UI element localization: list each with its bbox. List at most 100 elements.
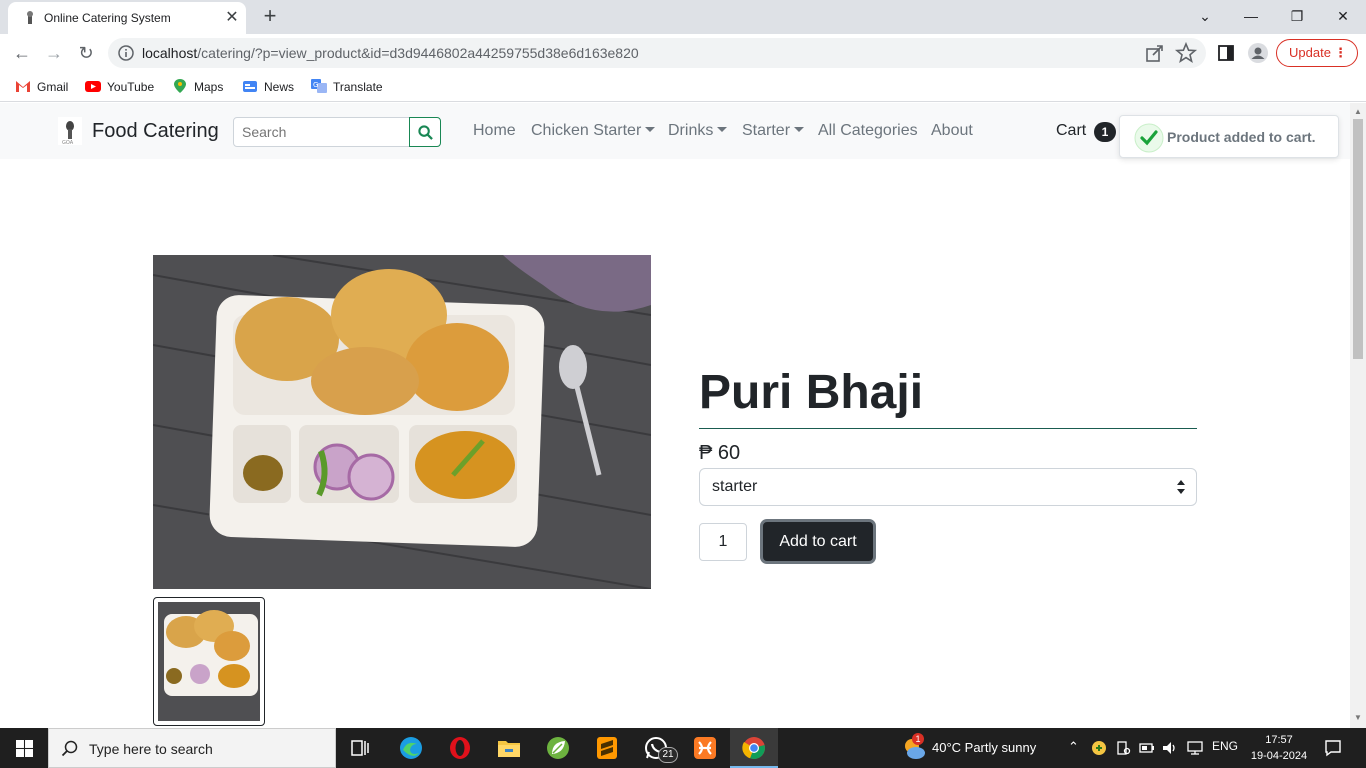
tab-search-icon[interactable]: ⌄ [1182,4,1228,30]
edge-icon [400,737,422,759]
tab-title: Online Catering System [44,11,171,25]
back-button[interactable]: ← [9,41,35,65]
tray-device-icon[interactable] [1115,740,1131,756]
minimize-button[interactable]: — [1228,4,1274,30]
toast-message: Product added to cart. [1167,129,1316,145]
nav-drinks-dropdown[interactable]: Drinks [668,122,728,140]
scroll-up-icon[interactable]: ▲ [1354,107,1362,116]
bookmark-maps[interactable]: Maps [172,78,223,96]
scrollbar-thumb[interactable] [1353,119,1363,359]
nav-drinks-label: Drinks [668,122,714,139]
add-to-cart-button[interactable]: Add to cart [760,519,876,564]
bookmark-label: News [264,80,295,94]
svg-text:GOA: GOA [62,140,74,145]
nav-starter-dropdown[interactable]: Starter [742,122,805,140]
cart-count-badge: 1 [1094,122,1116,142]
product-main-image [153,255,651,589]
language-indicator[interactable]: ENG [1212,739,1238,753]
bookmark-label: Gmail [37,80,69,94]
taskbar-chrome[interactable] [730,728,778,768]
taskbar-search-box[interactable]: Type here to search [48,728,336,768]
nav-starter-label: Starter [742,122,791,139]
bookmark-youtube[interactable]: YouTube [85,78,154,96]
site-info-icon[interactable] [118,45,134,61]
bookmarks-bar: Gmail YouTube Maps News G Translate [0,72,1366,102]
share-icon[interactable] [1143,41,1167,65]
task-view-button[interactable] [336,728,384,768]
battery-icon[interactable] [1139,740,1155,756]
nav-home[interactable]: Home [473,122,516,140]
folder-icon [498,741,520,757]
news-icon [243,81,257,92]
brand-name[interactable]: Food Catering [92,120,219,143]
bookmark-news[interactable]: News [242,78,294,96]
caret-down-icon [645,127,656,132]
taskbar-whatsapp[interactable]: 21 [632,728,680,768]
opera-icon [450,737,470,759]
bookmark-translate[interactable]: G Translate [311,78,383,96]
bookmark-label: YouTube [107,80,155,94]
brand-logo-icon[interactable]: GOA [58,117,82,145]
tab-close-icon[interactable]: ✕ [222,8,242,28]
taskbar-file-explorer[interactable] [485,728,533,768]
nav-chicken-starter-label: Chicken Starter [531,122,642,139]
nav-all-categories[interactable]: All Categories [818,122,918,140]
windows-logo-icon [16,740,33,757]
update-button[interactable]: Update ⋮ [1276,39,1358,67]
svg-text:G: G [313,81,318,89]
caret-down-icon [794,127,805,132]
restore-button[interactable]: ❐ [1274,4,1320,30]
bookmark-gmail[interactable]: Gmail [15,78,68,96]
taskbar-sublime-text[interactable] [583,728,631,768]
reload-button[interactable]: ↻ [73,41,99,65]
taskbar-clock[interactable]: 17:57 19-04-2024 [1248,732,1310,764]
start-button[interactable] [0,728,48,768]
quantity-input[interactable]: 1 [699,523,747,561]
leaf-app-icon [547,737,569,759]
page-scrollbar[interactable]: ▲ ▼ [1350,103,1366,728]
taskbar-xampp[interactable] [681,728,729,768]
menu-dots-icon: ⋮ [1334,45,1347,60]
toast-notification: Product added to cart. [1119,115,1339,158]
browser-tab[interactable]: Online Catering System ✕ [8,2,246,34]
notification-center-icon[interactable] [1324,739,1342,757]
address-bar[interactable]: localhost/catering/?p=view_product&id=d3… [108,38,1206,68]
nav-about[interactable]: About [931,122,973,140]
product-thumbnail[interactable] [153,597,265,726]
url-path: /catering/?p=view_product&id=d3d9446802a… [197,45,639,61]
forward-button[interactable]: → [41,41,67,65]
site-favicon-icon [27,11,33,24]
taskbar-search-placeholder: Type here to search [89,741,213,757]
variant-select[interactable]: starter [699,468,1197,506]
taskbar-edge[interactable] [387,728,435,768]
scroll-down-icon[interactable]: ▼ [1354,713,1362,722]
youtube-icon [85,81,101,92]
url-text: localhost/catering/?p=view_product&id=d3… [142,45,639,61]
volume-icon[interactable] [1162,740,1178,756]
side-panel-icon[interactable] [1214,41,1238,65]
puri-bhaji-image [153,255,651,589]
new-tab-button[interactable]: + [258,5,282,29]
taskbar-opera[interactable] [436,728,484,768]
tray-app-icon[interactable] [1091,740,1107,756]
translate-icon: G [311,79,327,93]
title-divider [699,428,1197,429]
nav-chicken-starter-dropdown[interactable]: Chicken Starter [531,122,656,140]
bookmark-star-icon[interactable] [1174,41,1198,65]
search-input[interactable] [233,117,410,147]
bookmark-label: Maps [194,80,224,94]
close-window-button[interactable]: ✕ [1320,4,1366,30]
page-viewport: GOA Food Catering Home Chicken Starter D… [0,103,1350,728]
clock-time: 17:57 [1265,734,1293,746]
whatsapp-unread-badge: 21 [658,747,678,763]
bookmark-label: Translate [333,80,383,94]
site-navbar: GOA Food Catering Home Chicken Starter D… [0,103,1350,159]
cart-link[interactable]: Cart [1056,122,1086,140]
network-icon[interactable] [1187,740,1203,756]
sublime-text-icon [597,737,617,759]
search-button[interactable] [409,117,441,147]
taskbar-spring-app[interactable] [534,728,582,768]
show-hidden-icons-icon[interactable]: ⌃ [1068,739,1079,755]
profile-avatar-icon[interactable] [1246,41,1270,65]
chrome-icon [742,737,765,760]
